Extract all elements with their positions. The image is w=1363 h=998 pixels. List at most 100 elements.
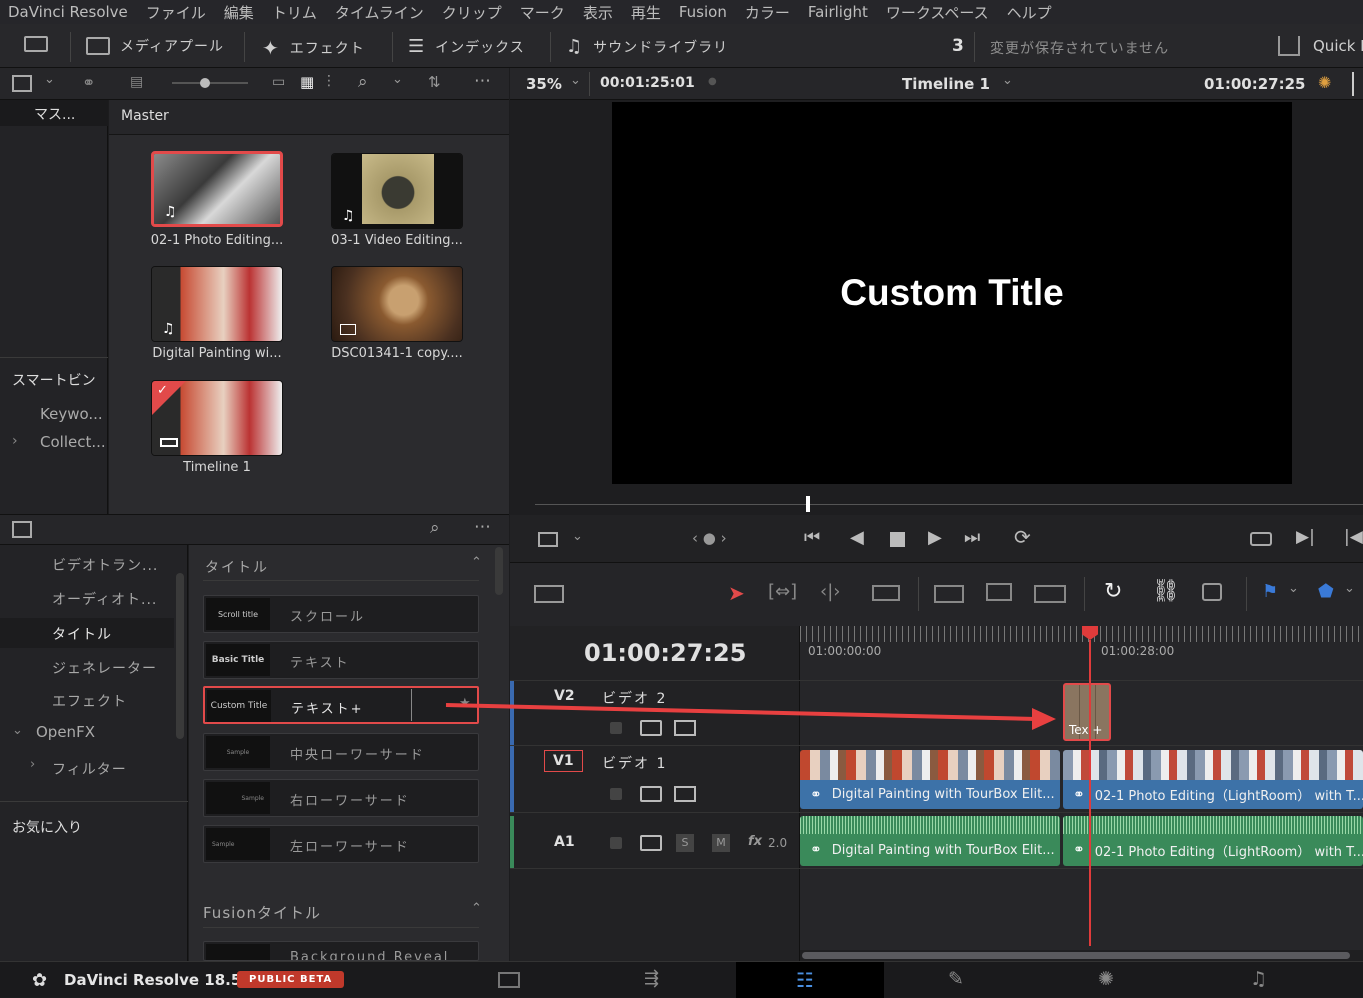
timeline-scrollbar[interactable] xyxy=(802,952,1350,959)
scrollbar[interactable] xyxy=(176,573,184,739)
edit-page-icon[interactable]: ☷ xyxy=(796,968,814,992)
menu-app[interactable]: DaVinci Resolve xyxy=(8,3,128,21)
lock-icon[interactable] xyxy=(610,788,622,800)
sidebar-toggle-icon[interactable] xyxy=(12,75,32,92)
play-reverse-icon[interactable]: ◀ xyxy=(850,527,864,548)
text-plus-clip[interactable]: Tex + xyxy=(1063,683,1111,741)
menu-color[interactable]: カラー xyxy=(745,2,790,23)
effects-button[interactable]: ✦ エフェクト xyxy=(262,36,365,60)
fx-item-scroll[interactable]: Scroll title スクロール xyxy=(203,595,479,633)
timeline-name[interactable]: Timeline 1 xyxy=(902,75,990,93)
fx-icon[interactable]: fx xyxy=(748,834,762,849)
marker-icon[interactable]: ⬟ xyxy=(1318,581,1334,602)
media-pool-button[interactable]: メディアプール xyxy=(86,36,224,56)
chevron-right-icon[interactable]: › xyxy=(30,757,35,772)
scrollbar[interactable] xyxy=(495,547,503,595)
clip-thumbnail[interactable]: ♫ xyxy=(151,151,283,227)
chevron-down-icon[interactable]: ⌄ xyxy=(570,73,581,88)
chevron-up-icon[interactable]: ⌃ xyxy=(471,901,482,916)
chevron-up-icon[interactable]: ⌃ xyxy=(471,555,482,570)
trim-tool-icon[interactable]: [⇔] xyxy=(768,581,797,602)
replace-clip-icon[interactable] xyxy=(1034,585,1066,603)
position-lock-icon[interactable] xyxy=(1202,583,1222,601)
menu-workspace[interactable]: ワークスペース xyxy=(886,2,989,23)
audio-clip[interactable]: ⚭ 02-1 Photo Editing（LightRoom） with T..… xyxy=(1063,816,1363,866)
track-enable-icon[interactable] xyxy=(674,786,696,802)
clip-thumbnail[interactable]: ♫ xyxy=(331,153,463,229)
category-video-transitions[interactable]: ビデオトラン... xyxy=(52,555,158,575)
linked-selection-icon[interactable]: ⛓ xyxy=(1152,579,1180,604)
fx-item-text-plus[interactable]: Custom Title テキスト+ ★ xyxy=(203,686,479,724)
lock-icon[interactable] xyxy=(610,837,622,849)
menu-view[interactable]: 表示 xyxy=(583,2,613,23)
link-icon[interactable]: ⚭ xyxy=(82,73,95,92)
video-clip[interactable]: ⚭ 02-1 Photo Editing（LightRoom） with T..… xyxy=(1063,750,1363,809)
auto-select-icon[interactable] xyxy=(640,835,662,851)
auto-select-icon[interactable] xyxy=(640,786,662,802)
timeline-view-icon[interactable] xyxy=(534,585,564,603)
clip-thumbnail[interactable]: ♫ xyxy=(151,266,283,342)
chevron-down-icon[interactable]: ⌄ xyxy=(1344,581,1355,596)
fusion-page-icon[interactable]: ✎ xyxy=(948,968,964,990)
selection-tool-icon[interactable]: ➤ xyxy=(728,581,745,605)
fx-item-text[interactable]: Basic Title テキスト xyxy=(203,641,479,679)
menu-timeline[interactable]: タイムライン xyxy=(335,2,424,23)
menu-fusion[interactable]: Fusion xyxy=(679,3,727,21)
menu-playback[interactable]: 再生 xyxy=(631,2,661,23)
fx-item-lower-third-left[interactable]: Sample 左ローワーサード xyxy=(203,825,479,863)
insert-clip-icon[interactable] xyxy=(934,585,964,603)
menu-edit[interactable]: 編集 xyxy=(224,2,254,23)
category-effects[interactable]: エフェクト xyxy=(52,691,127,711)
track-id-v1[interactable]: V1 xyxy=(544,750,583,772)
metadata-view-icon[interactable]: ⋮ xyxy=(322,73,336,89)
category-titles[interactable]: タイトル xyxy=(52,624,112,644)
chevron-down-icon[interactable]: ⌄ xyxy=(572,529,583,544)
category-audio-transitions[interactable]: オーディオト... xyxy=(52,589,157,609)
color-page-icon[interactable]: ✺ xyxy=(1098,968,1114,990)
category-filters[interactable]: フィルター xyxy=(52,759,127,779)
prev-edit-icon[interactable]: |◀ xyxy=(1344,527,1363,547)
fx-item-lower-third-center[interactable]: Sample 中央ローワーサード xyxy=(203,733,479,771)
export-icon[interactable] xyxy=(1278,36,1300,56)
chevron-down-icon[interactable]: ⌄ xyxy=(392,72,403,87)
transform-icon[interactable] xyxy=(538,532,558,547)
chevron-right-icon[interactable]: › xyxy=(12,433,18,449)
mute-button[interactable]: M xyxy=(712,834,730,852)
loop-icon[interactable]: ⟳ xyxy=(1014,525,1031,549)
bin-master[interactable]: マス... xyxy=(34,104,75,124)
blade-tool-icon[interactable] xyxy=(872,585,900,601)
track-enable-icon[interactable] xyxy=(674,720,696,736)
quick-export-button[interactable]: Quick E xyxy=(1313,37,1363,55)
track-name-v1[interactable]: ビデオ 1 xyxy=(602,753,667,773)
menu-trim[interactable]: トリム xyxy=(272,2,317,23)
menu-fairlight[interactable]: Fairlight xyxy=(808,3,868,21)
chevron-down-icon[interactable]: ⌄ xyxy=(1288,581,1299,596)
match-frame-icon[interactable] xyxy=(1250,532,1272,546)
next-edit-icon[interactable]: ▶| xyxy=(1296,527,1315,547)
list-view-icon[interactable]: ▭ xyxy=(272,74,285,90)
index-button[interactable]: ☰ インデックス xyxy=(408,36,525,57)
scrubber-playhead[interactable] xyxy=(806,496,810,512)
lock-icon[interactable] xyxy=(610,722,622,734)
menu-mark[interactable]: マーク xyxy=(520,2,565,23)
menu-help[interactable]: ヘルプ xyxy=(1007,2,1052,23)
audio-clip[interactable]: ⚭ Digital Painting with TourBox Elit... xyxy=(800,816,1060,866)
chevron-down-icon[interactable]: ⌄ xyxy=(12,723,23,738)
fairlight-page-icon[interactable]: ♫ xyxy=(1250,968,1267,990)
fx-item-lower-third-right[interactable]: Sample 右ローワーサード xyxy=(203,779,479,817)
category-generators[interactable]: ジェネレーター xyxy=(52,658,157,678)
skip-start-icon[interactable]: ⏮ xyxy=(804,527,820,548)
clip-thumbnail[interactable] xyxy=(331,266,463,342)
thumbnail-view-icon[interactable]: ▦ xyxy=(300,73,314,91)
fx-item-background-reveal[interactable]: Background Reveal xyxy=(203,941,479,961)
monitor-icon[interactable] xyxy=(24,36,48,56)
zoom-level[interactable]: 35% xyxy=(526,75,562,93)
timeline-thumbnail[interactable]: ✓ xyxy=(151,380,283,456)
play-icon[interactable]: ▶ xyxy=(928,527,942,548)
more-options-icon[interactable]: ⋯ xyxy=(474,71,491,91)
more-options-icon[interactable]: ⋯ xyxy=(474,517,491,537)
nav-prev-icon[interactable]: ‹ ● › xyxy=(692,529,727,547)
stop-icon[interactable] xyxy=(890,532,905,547)
smart-bin-collections[interactable]: Collect... xyxy=(40,433,106,451)
metadata-icon[interactable]: ▤ xyxy=(130,74,143,90)
